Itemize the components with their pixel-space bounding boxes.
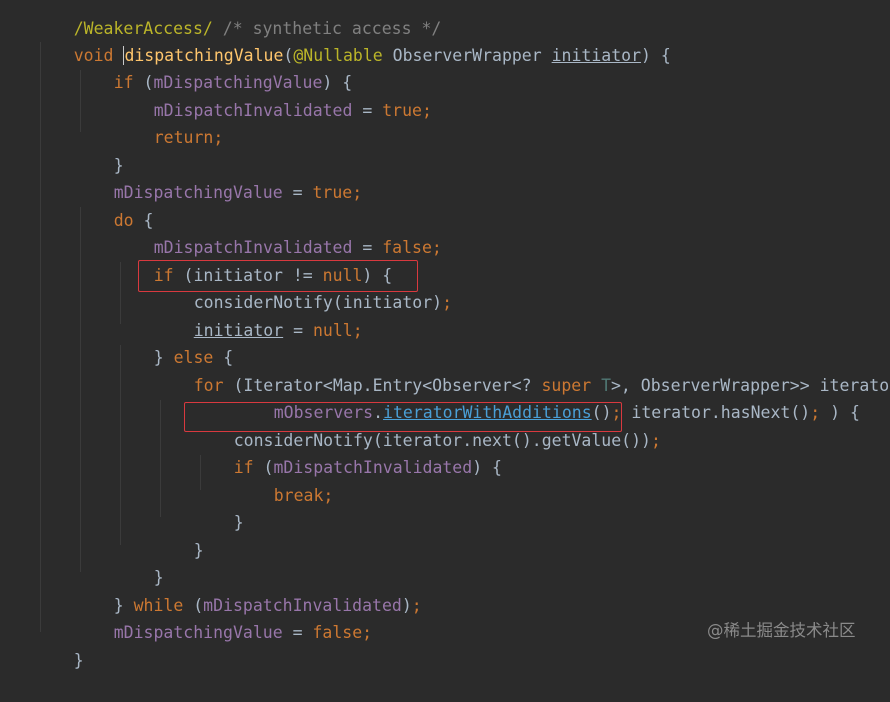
code-line[interactable]: if (initiator != null) { <box>114 234 392 285</box>
semicolon-token: ; <box>362 622 373 642</box>
keyword-token: return <box>153 127 214 147</box>
code-line[interactable]: } <box>154 509 204 560</box>
semicolon-token: ; <box>352 320 363 340</box>
keyword-token: true <box>312 182 353 202</box>
code-line[interactable]: mObservers.iteratorWithAdditions(); iter… <box>234 371 860 422</box>
brace-token: } <box>73 650 84 670</box>
semicolon-token: ; <box>323 485 334 505</box>
highlight-box <box>138 260 418 292</box>
field-token[interactable]: mDispatchingValue <box>114 623 283 642</box>
semicolon-token: ; <box>431 237 442 257</box>
semicolon-token: ; <box>442 292 453 312</box>
keyword-token: null <box>312 320 353 340</box>
code-line[interactable]: break; <box>234 454 334 505</box>
operator-token: = <box>283 320 313 340</box>
semicolon-token: ; <box>411 595 422 615</box>
code-line[interactable]: } <box>74 124 124 175</box>
code-line[interactable]: mDispatchInvalidated = false; <box>114 206 442 257</box>
brace-token: } <box>193 540 204 560</box>
code-line[interactable]: if (mDispatchInvalidated) { <box>194 426 502 477</box>
semicolon-token: ; <box>650 430 661 450</box>
operator-token: = <box>352 100 383 120</box>
semicolon-token: ; <box>213 127 224 147</box>
punct-token: ) <box>401 595 412 615</box>
code-editor[interactable]: /WeakerAccess/ /* synthetic access */ vo… <box>0 0 890 670</box>
code-line[interactable]: /WeakerAccess/ /* synthetic access */ <box>34 0 442 38</box>
code-line[interactable]: void dispatchingValue(@Nullable Observer… <box>34 14 671 65</box>
code-line[interactable]: } <box>34 619 84 670</box>
indent-guide <box>80 207 81 572</box>
code-line[interactable]: return; <box>114 96 224 147</box>
watermark: @稀土掘金技术社区 <box>707 621 856 640</box>
operator-token: = <box>282 182 313 202</box>
operator-token: = <box>282 622 313 642</box>
punct-token: ) { <box>641 45 671 65</box>
semicolon-token: ; <box>422 100 432 120</box>
code-line[interactable]: initiator = null; <box>154 289 363 340</box>
code-line[interactable]: mDispatchingValue = false; <box>74 591 372 642</box>
code-line[interactable]: } <box>114 536 164 587</box>
code-line[interactable]: } while (mDispatchInvalidated); <box>74 564 422 615</box>
type-token: ObserverWrapper <box>382 45 552 65</box>
keyword-token: for <box>193 375 224 395</box>
code-line[interactable]: for (Iterator<Map.Entry<Observer<? super… <box>154 344 890 395</box>
semicolon-token: ; <box>352 182 363 202</box>
code-line[interactable]: } else { <box>114 316 234 367</box>
keyword-token: break <box>273 485 324 505</box>
code-line[interactable]: mDispatchInvalidated = true; <box>114 69 432 120</box>
punct-token: ) { <box>472 457 502 477</box>
indent-guide <box>40 42 41 632</box>
semicolon-token: ; <box>810 402 821 422</box>
punct-token: ) { <box>820 402 860 422</box>
code-line[interactable]: mDispatchingValue = true; <box>74 151 362 202</box>
keyword-token: true <box>382 100 422 120</box>
keyword-token: false <box>312 622 363 642</box>
param-name[interactable]: initiator <box>552 46 641 65</box>
code-line[interactable]: } <box>194 481 244 532</box>
code-line[interactable]: do { <box>74 179 154 230</box>
code-line[interactable]: if (mDispatchingValue) { <box>74 41 352 92</box>
brace-token: } <box>233 512 244 532</box>
